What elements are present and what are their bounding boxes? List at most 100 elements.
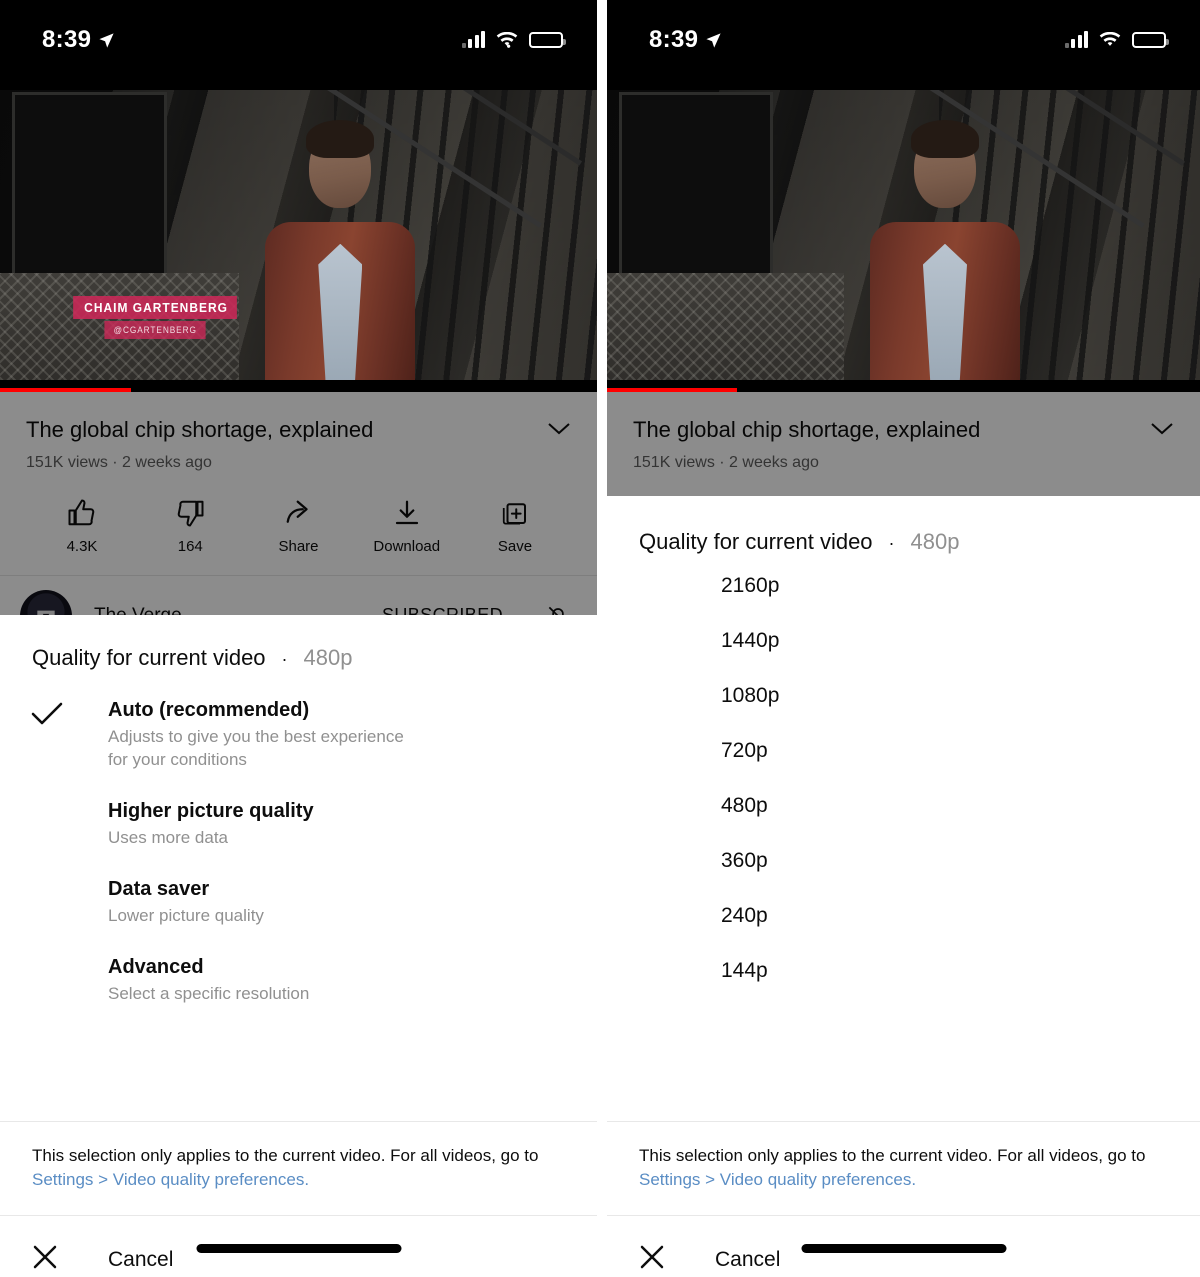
chyron-handle: @CGARTENBERG xyxy=(103,320,206,339)
status-bar-left-group: 8:39 xyxy=(649,26,722,54)
option-subtitle: Uses more data xyxy=(108,827,228,847)
option-check-slot xyxy=(30,876,108,880)
quality-option-advanced[interactable]: Advanced Select a specific resolution xyxy=(0,954,597,1032)
option-title: Advanced xyxy=(108,955,204,978)
sheet-title: Quality for current video xyxy=(639,529,873,554)
resolution-item[interactable]: 1080p xyxy=(607,685,1200,740)
video-frame-image xyxy=(607,80,1200,392)
status-bar-right-group xyxy=(461,31,566,49)
share-label: Share xyxy=(278,537,319,555)
option-subtitle: Lower picture quality xyxy=(108,905,264,925)
option-body: Advanced Select a specific resolution xyxy=(108,954,567,1006)
sheet-separator: · xyxy=(888,533,895,553)
close-icon xyxy=(30,1242,108,1277)
cancel-label[interactable]: Cancel xyxy=(715,1248,780,1272)
doorway-shape xyxy=(618,92,774,286)
video-player-right[interactable] xyxy=(607,80,1200,392)
video-title-row[interactable]: The global chip shortage, explained xyxy=(607,392,1200,444)
resolution-item[interactable]: 1440p xyxy=(607,630,1200,685)
option-subtitle: Adjusts to give you the best experience … xyxy=(108,727,404,769)
resolution-item[interactable]: 240p xyxy=(607,905,1200,960)
video-action-row: 4.3K 164 Share Download Save xyxy=(0,472,597,575)
checkmark-icon xyxy=(30,697,108,732)
person-figure xyxy=(239,117,442,392)
resolution-item[interactable]: 480p xyxy=(607,795,1200,850)
video-info-dimmed-right: The global chip shortage, explained 151K… xyxy=(607,392,1200,496)
download-button[interactable]: Download xyxy=(365,498,449,555)
quality-sheet-left: Quality for current video · 480p Auto (r… xyxy=(0,615,597,1277)
chyron-name: CHAIM GARTENBERG xyxy=(72,295,237,319)
comparison-screenshot-stage: 8:39 CHAIM GARTENBERG @CGARTENBERG The g… xyxy=(0,0,1200,1277)
cellular-signal-icon xyxy=(461,31,485,48)
resolution-item[interactable]: 2160p xyxy=(607,575,1200,630)
hair-shape xyxy=(910,120,979,159)
sheet-note-left: This selection only applies to the curre… xyxy=(0,1122,597,1215)
video-quality-preferences-link[interactable]: Settings > Video quality preferences. xyxy=(32,1170,309,1189)
save-to-playlist-icon xyxy=(502,502,526,524)
download-label: Download xyxy=(373,537,441,555)
resolution-item[interactable]: 360p xyxy=(607,850,1200,905)
video-frame-image: CHAIM GARTENBERG @CGARTENBERG xyxy=(0,80,597,392)
fence-texture xyxy=(607,273,845,392)
option-body: Data saver Lower picture quality xyxy=(108,876,567,928)
sheet-header-left: Quality for current video · 480p xyxy=(0,615,597,671)
video-player-left[interactable]: CHAIM GARTENBERG @CGARTENBERG xyxy=(0,80,597,392)
download-icon xyxy=(395,500,418,524)
status-bar-clock: 8:39 xyxy=(42,26,92,53)
home-indicator xyxy=(196,1244,401,1253)
video-progress-bar[interactable] xyxy=(607,388,738,392)
option-body: Higher picture quality Uses more data xyxy=(108,798,567,850)
share-icon xyxy=(286,500,308,523)
share-button[interactable]: Share xyxy=(257,498,341,555)
letterbox-top xyxy=(607,80,1200,90)
resolution-list: 2160p 1440p 1080p 720p 480p 360p 240p 14… xyxy=(607,555,1200,1121)
video-title-row[interactable]: The global chip shortage, explained xyxy=(0,392,597,444)
note-text: This selection only applies to the curre… xyxy=(32,1145,539,1165)
hair-shape xyxy=(306,120,375,159)
cancel-label[interactable]: Cancel xyxy=(108,1248,173,1272)
doorway-shape xyxy=(11,92,168,286)
close-icon xyxy=(637,1242,715,1277)
status-bar-clock: 8:39 xyxy=(649,26,699,53)
video-quality-preferences-link[interactable]: Settings > Video quality preferences. xyxy=(639,1170,916,1189)
sheet-current-quality: 480p xyxy=(910,529,960,554)
chevron-down-icon[interactable] xyxy=(1150,422,1174,436)
like-count: 4.3K xyxy=(66,537,98,555)
battery-full-icon xyxy=(1132,32,1169,48)
phone-screen-left: 8:39 CHAIM GARTENBERG @CGARTENBERG The g… xyxy=(0,0,597,1277)
collar-shirt xyxy=(922,243,967,392)
sheet-current-quality: 480p xyxy=(303,645,353,670)
resolution-item[interactable]: 144p xyxy=(607,960,1200,1015)
sheet-header-right: Quality for current video · 480p xyxy=(607,499,1200,555)
status-bar-left-group: 8:39 xyxy=(42,26,115,54)
quality-options-list: Auto (recommended) Adjusts to give you t… xyxy=(0,671,597,1121)
note-text: This selection only applies to the curre… xyxy=(639,1145,1146,1165)
like-button[interactable]: 4.3K xyxy=(40,498,124,555)
option-title: Data saver xyxy=(108,877,210,900)
resolution-item[interactable]: 720p xyxy=(607,740,1200,795)
quality-option-auto[interactable]: Auto (recommended) Adjusts to give you t… xyxy=(0,697,597,798)
option-check-slot xyxy=(30,954,108,958)
status-bar-right-group xyxy=(1064,31,1169,49)
sheet-separator: · xyxy=(281,649,288,669)
thumbs-up-icon xyxy=(68,499,95,525)
chevron-down-icon[interactable] xyxy=(547,422,571,436)
status-bar-right: 8:39 xyxy=(607,0,1200,80)
cellular-signal-icon xyxy=(1064,31,1088,48)
lower-third-chyron: CHAIM GARTENBERG @CGARTENBERG xyxy=(66,295,244,339)
option-subtitle: Select a specific resolution xyxy=(108,983,310,1003)
dislike-button[interactable]: 164 xyxy=(148,498,232,555)
option-body: Auto (recommended) Adjusts to give you t… xyxy=(108,697,567,772)
phone-screen-right: 8:39 The global chip shortage, explained… xyxy=(607,0,1200,1277)
location-arrow-icon xyxy=(99,32,114,48)
sheet-title: Quality for current video xyxy=(32,645,266,670)
save-button[interactable]: Save xyxy=(473,498,557,555)
quality-option-higher[interactable]: Higher picture quality Uses more data xyxy=(0,798,597,876)
option-title: Higher picture quality xyxy=(108,799,314,822)
video-meta: 151K views · 2 weeks ago xyxy=(26,453,212,471)
quality-sheet-right: Quality for current video · 480p 2160p 1… xyxy=(607,499,1200,1277)
quality-option-data-saver[interactable]: Data saver Lower picture quality xyxy=(0,876,597,954)
video-progress-bar[interactable] xyxy=(0,388,132,392)
location-arrow-icon xyxy=(706,32,721,48)
person-figure xyxy=(844,117,1046,392)
